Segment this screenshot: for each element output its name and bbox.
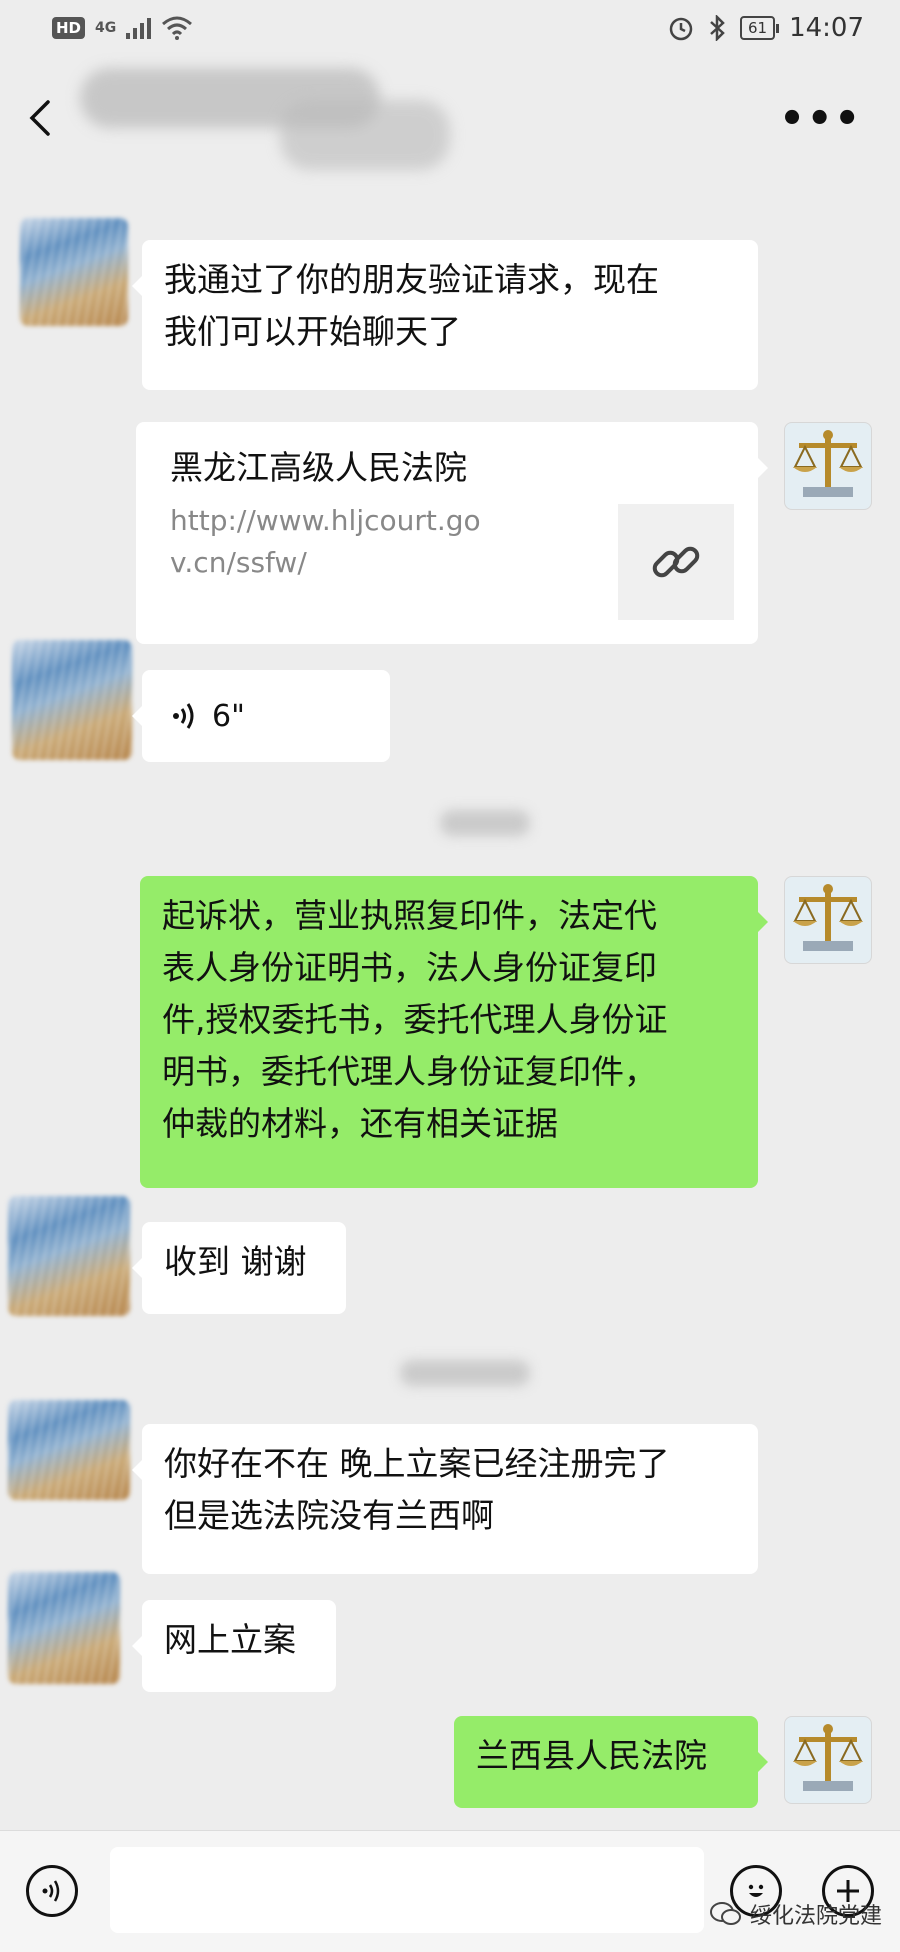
my-avatar[interactable]	[784, 422, 872, 510]
voice-duration: 6"	[212, 698, 245, 734]
scales-of-justice-icon	[793, 430, 863, 497]
bluetooth-icon	[710, 15, 725, 41]
network-type: 4G	[95, 20, 117, 36]
more-options-button[interactable]: •••	[779, 96, 862, 142]
status-right: 61 14:07	[668, 13, 864, 43]
watermark: 绥化法院党建	[709, 1898, 882, 1930]
my-avatar[interactable]	[784, 1716, 872, 1804]
contact-avatar[interactable]	[8, 1196, 130, 1316]
message-bubble: 我通过了你的朋友验证请求，现在 我们可以开始聊天了	[132, 240, 758, 390]
hd-badge: HD	[52, 17, 86, 39]
wifi-icon	[162, 16, 193, 40]
link-card[interactable]: 黑龙江高级人民法院 http://www.hljcourt.gov.cn/ssf…	[136, 422, 768, 644]
message-input[interactable]	[110, 1847, 704, 1933]
back-arrow-icon[interactable]	[28, 98, 52, 138]
chat-header: •••	[0, 60, 900, 180]
my-avatar[interactable]	[784, 876, 872, 964]
status-left: HD 4G	[52, 16, 193, 40]
watermark-text: 绥化法院党建	[749, 1904, 882, 1929]
contact-avatar[interactable]	[20, 218, 128, 326]
contact-avatar[interactable]	[8, 1572, 120, 1684]
scales-of-justice-icon	[793, 884, 863, 951]
timestamp-redacted	[440, 810, 530, 836]
clock: 14:07	[789, 13, 864, 43]
alarm-icon	[669, 17, 693, 41]
message-composer: 绥化法院党建	[0, 1830, 900, 1952]
message-bubble: 网上立案	[132, 1600, 336, 1692]
link-icon	[652, 546, 700, 578]
voice-icon	[42, 1880, 60, 1902]
wechat-logo-icon	[709, 1902, 741, 1925]
status-bar: HD 4G 61 14:07	[0, 0, 900, 60]
contact-avatar[interactable]	[12, 640, 132, 760]
contact-avatar[interactable]	[8, 1400, 130, 1500]
signal-icon	[126, 17, 152, 39]
link-url: http://www.hljcourt.gov.cn/ssfw/	[170, 504, 481, 579]
voice-wave-icon	[173, 703, 194, 729]
link-thumbnail	[618, 504, 734, 620]
voice-input-button[interactable]	[26, 1865, 78, 1917]
battery-level: 61	[739, 16, 780, 40]
message-bubble: 收到 谢谢	[132, 1222, 346, 1314]
contact-name-redacted-2	[280, 100, 450, 170]
message-bubble: 你好在不在 晚上立案已经注册完了 但是选法院没有兰西啊	[132, 1424, 758, 1574]
timestamp-redacted	[400, 1360, 530, 1386]
link-title: 黑龙江高级人民法院	[170, 448, 467, 487]
voice-message[interactable]: 6"	[132, 670, 390, 762]
scales-of-justice-icon	[793, 1724, 863, 1791]
message-bubble: 起诉状，营业执照复印件，法定代 表人身份证明书，法人身份证复印 件,授权委托书，…	[140, 876, 768, 1188]
message-bubble: 兰西县人民法院	[454, 1716, 768, 1808]
